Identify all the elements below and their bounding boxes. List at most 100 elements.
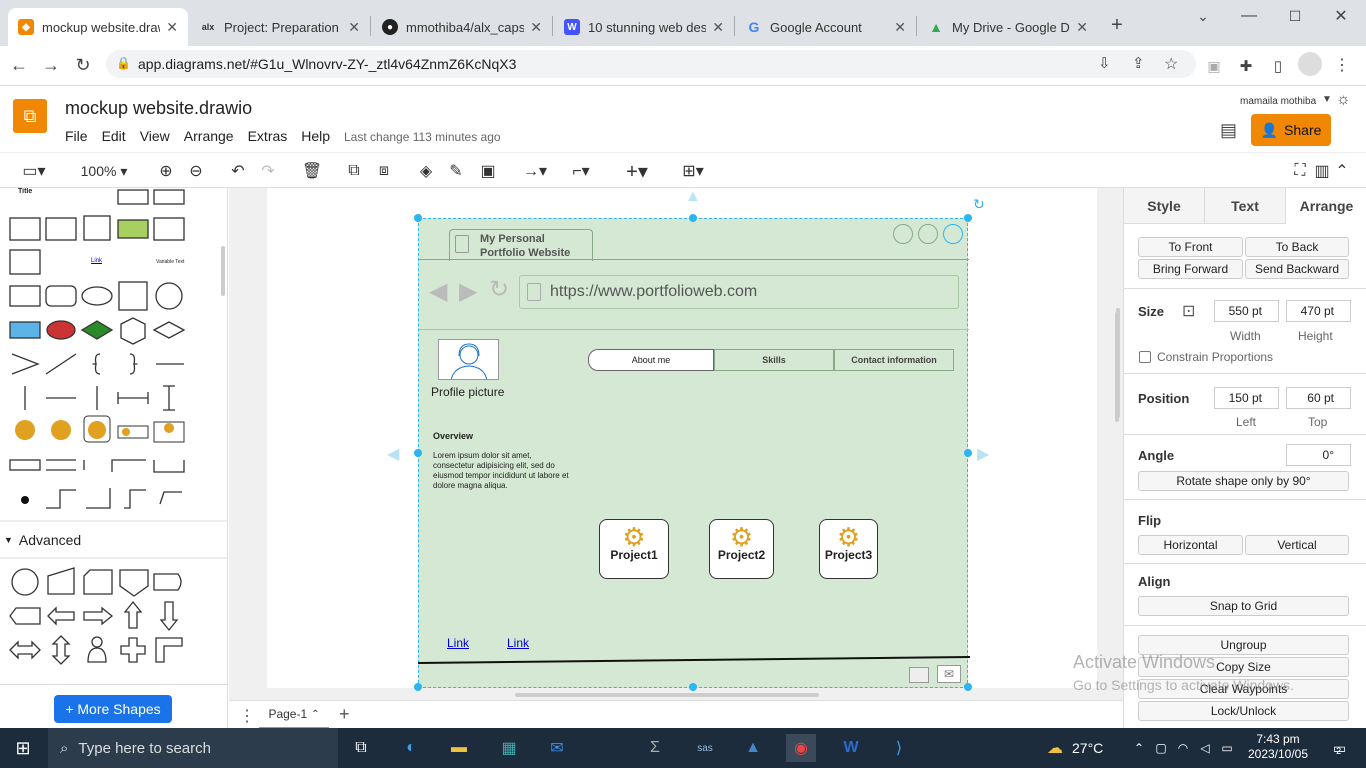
top-input[interactable]: 60 pt <box>1286 387 1351 409</box>
close-tab-icon[interactable]: ✕ <box>348 19 360 36</box>
browser-tab-alx[interactable]: alx Project: Preparation fo ✕ <box>190 8 370 46</box>
notifications-icon[interactable]: ▭ 2 <box>1322 734 1352 762</box>
temperature-text[interactable]: 27°C <box>1072 740 1103 756</box>
browser-mockup-shape[interactable]: My Personal Portfolio Website ◀ ▶ ↻ http… <box>418 218 970 688</box>
windows-start-icon[interactable]: ⊞ <box>8 734 38 762</box>
sas-app-icon[interactable]: sas <box>690 734 720 762</box>
profile-avatar[interactable] <box>1298 52 1322 76</box>
install-icon[interactable]: ⇩ <box>1098 54 1111 72</box>
back-icon[interactable]: ← <box>8 54 30 76</box>
edge-icon[interactable]: ◐ <box>396 734 426 762</box>
word-app-icon[interactable]: W <box>836 734 866 762</box>
side-panel-icon[interactable]: ▯ <box>1268 56 1288 76</box>
ungroup-button[interactable]: Ungroup <box>1138 635 1349 655</box>
advanced-section-header[interactable]: ▼ Advanced <box>4 532 81 548</box>
browser-tab-webflow[interactable]: W 10 stunning web desi ✕ <box>554 8 734 46</box>
lock-unlock-button[interactable]: Lock/Unlock <box>1138 701 1349 721</box>
file-title[interactable]: mockup website.drawio <box>65 98 252 119</box>
resize-handle[interactable] <box>964 449 972 457</box>
minimize-icon[interactable]: — <box>1236 6 1262 26</box>
menu-file[interactable]: File <box>65 128 88 144</box>
delete-icon[interactable]: 🗑 <box>300 159 324 183</box>
bring-forward-button[interactable]: Bring Forward <box>1138 259 1243 279</box>
to-front-icon[interactable]: ⧉ <box>342 159 366 183</box>
clear-waypoints-button[interactable]: Clear Waypoints <box>1138 679 1349 699</box>
maximize-icon[interactable]: ☐ <box>1282 6 1308 26</box>
new-tab-icon[interactable]: + <box>1106 14 1128 36</box>
battery-icon[interactable]: ▭ <box>1212 734 1242 762</box>
menu-help[interactable]: Help <box>301 128 330 144</box>
menu-view[interactable]: View <box>140 128 170 144</box>
menu-edit[interactable]: Edit <box>102 128 126 144</box>
page-tab[interactable]: Page-1 ⌃ <box>259 701 329 729</box>
autosize-icon[interactable]: ⊡ <box>1182 301 1195 321</box>
comments-icon[interactable]: ▤ <box>1220 120 1237 141</box>
table-icon[interactable]: ⊞▾ <box>674 159 712 183</box>
overview-text[interactable]: Lorem ipsum dolor sit amet, consectetur … <box>433 451 573 491</box>
profile-picture-label[interactable]: Profile picture <box>431 385 504 399</box>
profile-picture-icon[interactable] <box>438 339 499 380</box>
user-name[interactable]: mamaila mothiba <box>1240 96 1316 107</box>
calculator-app-icon[interactable]: Σ <box>640 734 670 762</box>
left-input[interactable]: 150 pt <box>1214 387 1279 409</box>
horizontal-scrollbar[interactable] <box>515 693 819 697</box>
footer-link-1[interactable]: Link <box>447 636 469 650</box>
browser-tab-drawio[interactable]: ◆ mockup website.draw ✕ <box>8 8 188 46</box>
browser-tab-drive[interactable]: ▲ My Drive - Google Dr ✕ <box>918 8 1098 46</box>
shadow-icon[interactable]: ▣ <box>476 159 500 183</box>
left-scrollbar[interactable] <box>221 246 225 296</box>
taskbar-search-box[interactable]: ⌕ Type here to search <box>48 728 338 768</box>
more-shapes-button[interactable]: + More Shapes <box>54 695 172 723</box>
close-tab-icon[interactable]: ✕ <box>1076 19 1088 36</box>
right-scrollbar[interactable] <box>1116 308 1120 418</box>
forward-icon[interactable]: → <box>40 54 62 76</box>
mockup-url-field[interactable]: https://www.portfolioweb.com <box>519 275 959 309</box>
vscode-app-icon[interactable]: ⟩ <box>884 734 914 762</box>
resize-handle[interactable] <box>964 214 972 222</box>
nav-tab-about[interactable]: About me <box>588 349 714 371</box>
width-input[interactable]: 550 pt <box>1214 300 1279 322</box>
file-explorer-icon[interactable]: ▬ <box>444 734 474 762</box>
close-tab-icon[interactable]: ✕ <box>530 19 542 36</box>
clock[interactable]: 7:43 pm 2023/10/05 <box>1240 732 1316 762</box>
rotate-90-button[interactable]: Rotate shape only by 90° <box>1138 471 1349 491</box>
send-backward-button[interactable]: Send Backward <box>1245 259 1349 279</box>
insert-icon[interactable]: +▾ <box>618 159 656 183</box>
project3-card[interactable]: ⚙ Project3 <box>819 519 878 579</box>
chrome-menu-icon[interactable]: ⋮ <box>1332 54 1352 76</box>
add-page-icon[interactable]: + <box>339 704 350 725</box>
connection-style-icon[interactable]: →▾ <box>516 159 554 183</box>
constrain-label[interactable]: Constrain Proportions <box>1157 350 1273 364</box>
to-back-icon[interactable]: ⧈ <box>372 159 396 183</box>
snap-to-grid-button[interactable]: Snap to Grid <box>1138 596 1349 616</box>
zoom-in-icon[interactable]: ⊕ <box>154 159 178 183</box>
angle-input[interactable]: 0° <box>1286 444 1351 466</box>
nav-tab-skills[interactable]: Skills <box>714 349 834 371</box>
waypoints-icon[interactable]: ⌐▾ <box>562 159 600 183</box>
format-toggle-icon[interactable]: ▥ <box>1312 159 1332 183</box>
height-input[interactable]: 470 pt <box>1286 300 1351 322</box>
collapse-icon[interactable]: ⌃ <box>1332 159 1352 183</box>
tab-arrange[interactable]: Arrange <box>1286 188 1366 224</box>
chevron-down-icon[interactable]: ▼ <box>1322 94 1332 105</box>
zoom-out-icon[interactable]: ⊖ <box>184 159 208 183</box>
rotate-handle-icon[interactable]: ↻ <box>973 196 985 213</box>
close-tab-icon[interactable]: ✕ <box>712 19 724 36</box>
constrain-checkbox[interactable] <box>1139 351 1151 363</box>
undo-icon[interactable]: ↶ <box>226 159 250 183</box>
bookmark-star-icon[interactable]: ☆ <box>1164 54 1178 74</box>
to-back-button[interactable]: To Back <box>1245 237 1349 257</box>
close-tab-icon[interactable]: ✕ <box>166 19 178 36</box>
resize-handle[interactable] <box>689 214 697 222</box>
footer-link-2[interactable]: Link <box>507 636 529 650</box>
resize-handle[interactable] <box>414 214 422 222</box>
menu-arrange[interactable]: Arrange <box>184 128 234 144</box>
nav-tab-contact[interactable]: Contact information <box>834 349 954 371</box>
footer-divider-line[interactable] <box>418 655 970 665</box>
flip-horizontal-button[interactable]: Horizontal <box>1138 535 1243 555</box>
copy-size-button[interactable]: Copy Size <box>1138 657 1349 677</box>
arrow-left-icon[interactable]: ◀ <box>387 444 399 464</box>
puzzle-extensions-icon[interactable]: ✚ <box>1236 56 1256 76</box>
mail-app-icon[interactable]: ✉ <box>542 734 572 762</box>
share-button[interactable]: 👤 Share <box>1251 114 1331 146</box>
